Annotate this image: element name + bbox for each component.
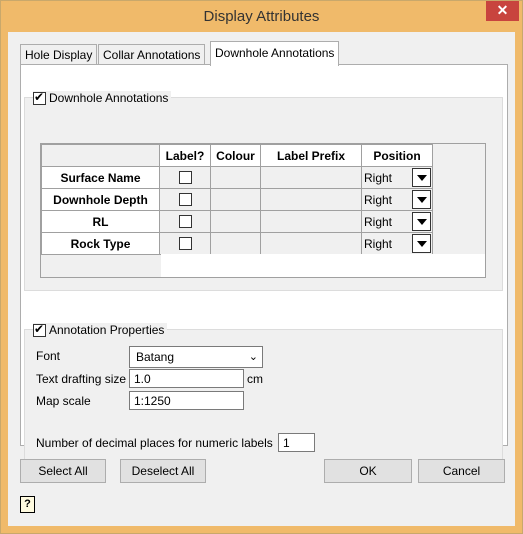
position-cell[interactable]: Right <box>361 166 433 189</box>
table-row: Surface Name Right <box>41 166 433 189</box>
downhole-annotations-check[interactable] <box>33 90 46 105</box>
position-cell[interactable]: Right <box>361 188 433 211</box>
tab-collar-annotations[interactable]: Collar Annotations <box>98 44 206 65</box>
tab-panel: Downhole Annotations Label? Colour Label… <box>20 64 508 477</box>
colour-cell[interactable] <box>210 232 261 255</box>
annotations-grid: Label? Colour Label Prefix Position Surf… <box>40 143 486 278</box>
downhole-annotations-checkbox[interactable]: Downhole Annotations <box>33 90 172 105</box>
annotation-properties-checkbox[interactable]: Annotation Properties <box>33 322 168 337</box>
label-cell[interactable] <box>159 166 211 189</box>
map-scale-label: Map scale <box>36 394 91 408</box>
chevron-down-icon: ⌄ <box>248 351 258 363</box>
position-dropdown-button[interactable] <box>412 190 431 209</box>
help-icon[interactable]: ? <box>20 496 35 513</box>
chevron-down-icon <box>416 218 427 225</box>
decimal-places-label: Number of decimal places for numeric lab… <box>36 436 273 450</box>
prefix-cell[interactable] <box>260 210 362 233</box>
label-cell[interactable] <box>159 232 211 255</box>
deselect-all-button[interactable]: Deselect All <box>120 459 206 483</box>
position-dropdown-button[interactable] <box>412 168 431 187</box>
downhole-group: Downhole Annotations Label? Colour Label… <box>24 90 503 291</box>
tab-downhole-annotations[interactable]: Downhole Annotations <box>210 41 340 66</box>
decimal-places-input[interactable]: 1 <box>278 433 315 452</box>
annotation-properties-group: Annotation Properties Font Batang ⌄ Text… <box>24 322 503 477</box>
label-checkbox[interactable] <box>178 171 192 184</box>
window-title: Display Attributes <box>203 8 320 25</box>
cancel-button[interactable]: Cancel <box>418 459 505 483</box>
label-cell[interactable] <box>159 210 211 233</box>
chevron-down-icon <box>416 174 427 181</box>
title-bar[interactable]: Display Attributes ✕ <box>1 1 522 32</box>
grid-empty-area <box>161 254 485 277</box>
table-row: Rock Type Right <box>41 232 433 255</box>
dialog-client: Hole Display Collar Annotations Downhole… <box>8 32 515 526</box>
column-header-colour: Colour <box>210 144 261 167</box>
annotation-properties-check[interactable] <box>33 322 46 337</box>
prefix-cell[interactable] <box>260 232 362 255</box>
position-value: Right <box>364 192 393 207</box>
downhole-annotations-label: Downhole Annotations <box>49 91 169 105</box>
label-checkbox[interactable] <box>178 193 192 206</box>
ok-button[interactable]: OK <box>324 459 412 483</box>
table-row: RL Right <box>41 210 433 233</box>
chevron-down-icon <box>416 196 427 203</box>
row-header: Surface Name <box>41 166 160 189</box>
position-dropdown-button[interactable] <box>412 234 431 253</box>
position-value: Right <box>364 170 393 185</box>
font-value: Batang <box>136 350 175 364</box>
drafting-unit-label: cm <box>247 372 263 386</box>
label-checkbox[interactable] <box>178 215 192 228</box>
text-drafting-size-input[interactable]: 1.0 <box>129 369 244 388</box>
font-label: Font <box>36 349 61 363</box>
font-select[interactable]: Batang ⌄ <box>129 346 263 368</box>
close-button[interactable]: ✕ <box>486 1 519 21</box>
row-header: Rock Type <box>41 232 160 255</box>
colour-cell[interactable] <box>210 166 261 189</box>
position-value: Right <box>364 236 393 251</box>
position-cell[interactable]: Right <box>361 232 433 255</box>
annotations-table: Label? Colour Label Prefix Position Surf… <box>41 144 433 255</box>
prefix-cell[interactable] <box>260 188 362 211</box>
position-dropdown-button[interactable] <box>412 212 431 231</box>
position-cell[interactable]: Right <box>361 210 433 233</box>
annotation-properties-label: Annotation Properties <box>49 323 165 337</box>
corner-cell <box>41 144 160 167</box>
row-header: RL <box>41 210 160 233</box>
select-all-button[interactable]: Select All <box>20 459 106 483</box>
prefix-cell[interactable] <box>260 166 362 189</box>
colour-cell[interactable] <box>210 210 261 233</box>
column-header-position: Position <box>361 144 433 167</box>
tab-hole-display[interactable]: Hole Display <box>20 44 98 65</box>
text-drafting-size-label: Text drafting size <box>36 372 127 386</box>
colour-cell[interactable] <box>210 188 261 211</box>
dialog-window: Display Attributes ✕ Hole Display Collar… <box>0 0 523 534</box>
chevron-down-icon <box>416 240 427 247</box>
label-cell[interactable] <box>159 188 211 211</box>
column-header-label-prefix: Label Prefix <box>260 144 362 167</box>
table-row: Downhole Depth Right <box>41 188 433 211</box>
column-header-label: Label? <box>159 144 211 167</box>
label-checkbox[interactable] <box>178 237 192 250</box>
position-value: Right <box>364 214 393 229</box>
map-scale-input[interactable]: 1:1250 <box>129 391 244 410</box>
row-header: Downhole Depth <box>41 188 160 211</box>
